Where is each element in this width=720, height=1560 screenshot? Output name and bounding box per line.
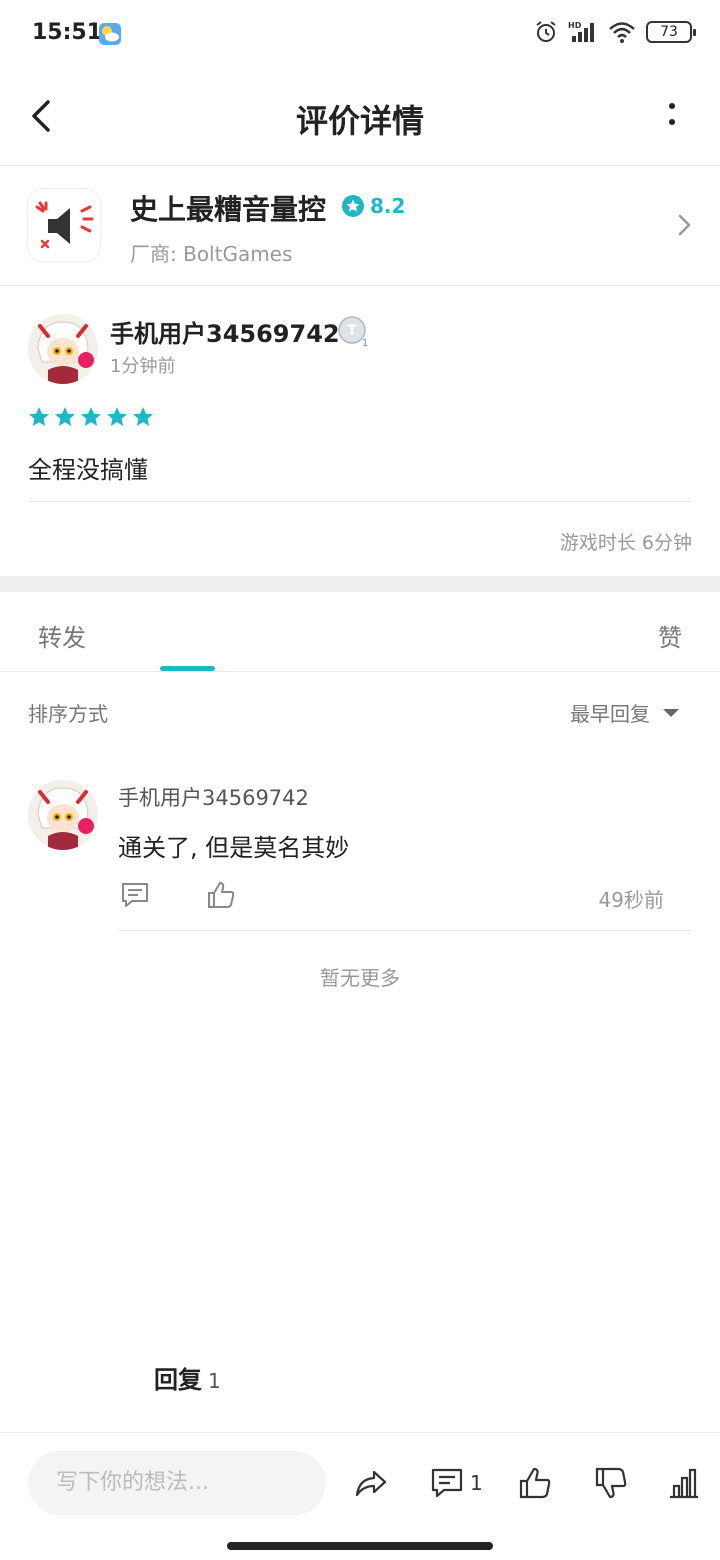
share-button[interactable]	[354, 1465, 388, 1501]
status-bar: 15:51 HD 73	[0, 0, 720, 68]
tab-bar: 转发 回复 1 赞	[0, 592, 720, 1394]
tab-reply-count: 1	[208, 1369, 221, 1393]
svg-text:1: 1	[362, 338, 368, 348]
tab-indicator	[160, 666, 215, 671]
avatar[interactable]	[28, 780, 98, 850]
thumbs-up-icon	[519, 1467, 551, 1499]
level-badge-icon: T 1	[338, 316, 368, 348]
share-icon	[355, 1470, 387, 1497]
game-icon	[27, 188, 101, 262]
game-vendor: 厂商: BoltGames	[130, 242, 293, 266]
comment-count: 1	[470, 1471, 483, 1495]
page-title: 评价详情	[295, 102, 424, 140]
status-time: 15:51	[32, 20, 103, 45]
avatar[interactable]	[28, 314, 98, 384]
game-name: 史上最糟音量控	[130, 193, 327, 226]
divider	[28, 501, 692, 502]
sort-value: 最早回复	[570, 702, 650, 726]
review-time: 1分钟前	[110, 356, 176, 377]
sort-label: 排序方式	[28, 702, 108, 726]
review-stars	[28, 406, 154, 428]
alarm-icon	[536, 21, 556, 42]
thumbs-up-icon[interactable]	[206, 880, 236, 910]
battery-icon: 73	[646, 21, 696, 43]
review-content: 全程没搞懂	[28, 456, 148, 484]
star-icon	[29, 407, 49, 426]
reply-time: 49秒前	[598, 888, 664, 912]
sort-dropdown[interactable]: 最早回复	[570, 698, 680, 727]
reply-username[interactable]: 手机用户34569742	[118, 782, 309, 812]
more-options-icon[interactable]	[660, 98, 684, 134]
star-icon	[81, 407, 101, 426]
weather-icon	[99, 23, 121, 45]
caret-down-icon	[663, 708, 679, 717]
stats-button[interactable]	[668, 1465, 700, 1501]
tab-like[interactable]: 赞	[658, 618, 682, 653]
game-card[interactable]: 史上最糟音量控 8.2 厂商: BoltGames	[0, 166, 720, 286]
app-header: 评价详情	[0, 68, 720, 166]
divider	[118, 930, 692, 931]
bottom-action-bar: 写下你的想法... 1	[0, 1432, 720, 1532]
reply-content: 通关了, 但是莫名其妙	[118, 834, 350, 862]
dislike-button[interactable]	[594, 1465, 628, 1501]
review-username[interactable]: 手机用户34569742	[110, 314, 340, 349]
section-gap	[0, 576, 720, 592]
tab-forward[interactable]: 转发	[38, 618, 86, 653]
bar-chart-icon	[670, 1468, 698, 1499]
comment-input[interactable]: 写下你的想法...	[28, 1451, 326, 1515]
signal-icon: HD	[568, 21, 594, 42]
no-more-text: 暂无更多	[320, 966, 400, 990]
star-icon	[55, 407, 75, 426]
status-icons: HD 73	[534, 20, 696, 44]
comment-icon[interactable]	[120, 880, 150, 910]
home-indicator[interactable]	[227, 1542, 493, 1550]
game-rating: 8.2	[342, 194, 405, 218]
sort-row: 排序方式 最早回复	[0, 672, 720, 748]
game-score: 8.2	[370, 194, 406, 218]
svg-text:HD: HD	[568, 21, 582, 30]
review-card: 手机用户34569742 T 1 1分钟前 全程没搞懂 游戏时长 6分钟	[0, 286, 720, 576]
comment-icon	[431, 1468, 463, 1498]
wifi-icon	[609, 22, 635, 43]
comment-button[interactable]: 1	[430, 1465, 483, 1501]
rating-star-icon	[342, 195, 364, 217]
star-icon	[133, 407, 153, 426]
svg-text:T: T	[347, 323, 357, 339]
reply-item: 手机用户34569742 通关了, 但是莫名其妙 49秒前	[0, 768, 720, 932]
thumbs-down-icon	[595, 1467, 627, 1499]
play-time: 游戏时长 6分钟	[559, 532, 692, 554]
star-icon	[107, 407, 127, 426]
like-button[interactable]	[518, 1465, 552, 1501]
tab-reply-label: 回复	[154, 1366, 202, 1394]
chevron-right-icon	[678, 214, 691, 236]
